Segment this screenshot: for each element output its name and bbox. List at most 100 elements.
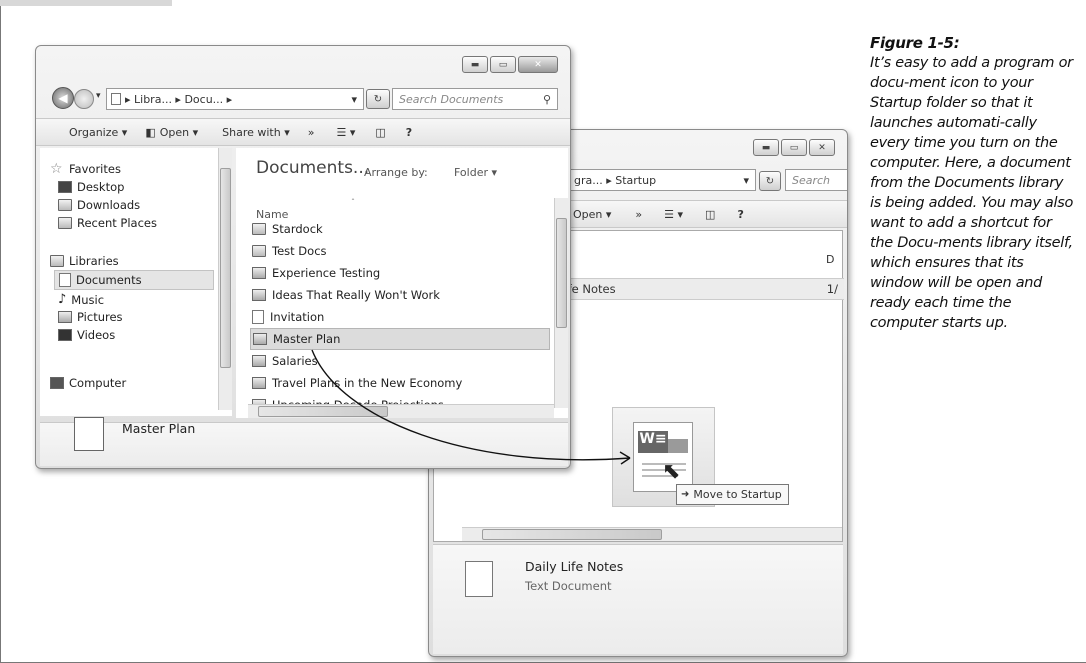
file-name: Invitation — [270, 310, 325, 324]
libraries-icon — [50, 255, 64, 267]
caption-body: It’s easy to add a program or docu-ment … — [870, 55, 1074, 331]
downloads-icon — [58, 199, 72, 211]
refresh-button[interactable]: ↻ — [759, 171, 781, 191]
minimize-button[interactable]: ▬ — [753, 139, 779, 156]
file-row-travel-plans[interactable]: Travel Plans in the New Economy — [252, 372, 462, 394]
details-file-name: Master Plan — [122, 421, 196, 436]
file-name: Master Plan — [273, 332, 341, 346]
nav-label: Downloads — [77, 198, 141, 212]
sort-indicator-icon: ˆ — [351, 198, 355, 207]
file-row-test-docs[interactable]: Test Docs — [252, 240, 327, 262]
documents-caption-buttons: ▬ ▭ ✕ — [462, 56, 558, 73]
search-placeholder: Search — [792, 173, 831, 187]
nav-computer[interactable]: Computer — [50, 376, 126, 390]
file-row-stardock[interactable]: Stardock — [252, 218, 323, 240]
scroll-thumb[interactable] — [482, 529, 662, 540]
open-button[interactable]: Open ▾ — [160, 126, 198, 139]
search-icon[interactable]: ⚲ — [543, 93, 551, 106]
open-button[interactable]: Open ▾ — [573, 208, 611, 221]
nav-label: Videos — [77, 328, 116, 342]
file-name: Ideas That Really Won't Work — [272, 288, 440, 302]
nav-favorites[interactable]: ☆ Favorites — [50, 162, 121, 176]
recent-places-icon — [58, 217, 72, 229]
file-row-master-plan[interactable]: Master Plan — [250, 328, 550, 350]
videos-icon — [58, 329, 72, 341]
breadcrumb: ▸ Libra... ▸ Docu... ▸ — [125, 92, 233, 106]
word-document-icon — [74, 417, 104, 451]
documents-details-pane: Master Plan — [40, 417, 568, 466]
file-row-experience-testing[interactable]: Experience Testing — [252, 262, 380, 284]
word-document-icon — [252, 355, 266, 367]
documents-library-icon — [59, 273, 71, 287]
desktop-icon — [58, 181, 72, 193]
details-file-type: Text Document — [525, 579, 612, 593]
startup-address-bar[interactable]: gra... ▸ Startup ▾ — [569, 169, 756, 191]
nav-label: Music — [71, 292, 105, 307]
file-name: Stardock — [272, 222, 323, 236]
word-document-icon — [252, 267, 266, 279]
nav-recent-places[interactable]: Recent Places — [58, 216, 157, 230]
forward-button[interactable] — [74, 89, 94, 109]
close-button[interactable]: ✕ — [809, 139, 835, 156]
back-button[interactable]: ◀ — [52, 87, 74, 109]
help-icon[interactable]: ? — [737, 208, 743, 221]
file-row-life-notes[interactable]: Life Notes 1/ — [554, 278, 844, 300]
startup-horizontal-scrollbar[interactable] — [462, 527, 842, 541]
file-row-salaries[interactable]: Salaries — [252, 350, 318, 372]
word-document-icon — [252, 377, 266, 389]
scroll-thumb[interactable] — [556, 218, 567, 328]
refresh-button[interactable]: ↻ — [366, 89, 390, 109]
preview-pane-icon[interactable]: ◫ — [375, 126, 385, 139]
open-icon: ◧ — [145, 125, 156, 139]
chevron-down-icon[interactable]: ▾ — [743, 174, 749, 187]
help-icon[interactable]: ? — [406, 126, 412, 139]
nav-label: Documents — [76, 273, 142, 287]
file-list-scrollbar[interactable] — [554, 198, 568, 408]
views-icon[interactable]: ☰ ▾ — [336, 126, 355, 139]
maximize-button[interactable]: ▭ — [781, 139, 807, 156]
more-button[interactable]: » — [308, 126, 315, 139]
file-name: Salaries — [272, 354, 318, 368]
documents-content: Documents... Arrange by: Folder ▾ Name ˆ… — [236, 148, 568, 418]
page-tab-strip — [0, 0, 172, 6]
maximize-button[interactable]: ▭ — [490, 56, 516, 73]
history-dropdown-icon[interactable]: ▾ — [96, 91, 101, 101]
details-file-name: Daily Life Notes — [525, 559, 624, 574]
computer-icon — [50, 377, 64, 389]
scroll-thumb[interactable] — [258, 406, 388, 417]
chevron-down-icon[interactable]: ▾ — [351, 93, 357, 106]
library-title: Documents... — [256, 158, 370, 178]
folder-icon — [252, 223, 266, 235]
documents-search-input[interactable]: Search Documents ⚲ — [392, 88, 558, 110]
file-row-invitation[interactable]: Invitation — [252, 306, 324, 328]
nav-scrollbar[interactable] — [218, 148, 232, 410]
nav-desktop[interactable]: Desktop — [58, 180, 124, 194]
breadcrumb: gra... ▸ Startup — [574, 173, 657, 187]
views-icon[interactable]: ☰ ▾ — [664, 208, 683, 221]
file-row-ideas[interactable]: Ideas That Really Won't Work — [252, 284, 440, 306]
startup-search-input[interactable]: Search — [785, 169, 847, 191]
nav-videos[interactable]: Videos — [58, 328, 115, 342]
scroll-thumb[interactable] — [220, 168, 231, 368]
close-button[interactable]: ✕ — [518, 56, 558, 73]
minimize-button[interactable]: ▬ — [462, 56, 488, 73]
startup-details-pane: Daily Life Notes Text Document — [433, 544, 843, 654]
star-icon: ☆ — [50, 161, 63, 177]
arrange-by-dropdown[interactable]: Folder ▾ — [454, 166, 497, 179]
nav-music[interactable]: ♪ Music — [58, 292, 104, 307]
move-arrow-icon: ➜ — [681, 489, 690, 500]
more-button[interactable]: » — [635, 208, 642, 221]
nav-libraries[interactable]: Libraries — [50, 254, 119, 268]
organize-button[interactable]: Organize ▾ — [69, 126, 127, 139]
text-document-icon — [465, 561, 493, 597]
search-placeholder: Search Documents — [399, 92, 504, 106]
nav-downloads[interactable]: Downloads — [58, 198, 140, 212]
nav-documents[interactable]: Documents — [54, 270, 214, 290]
word-document-icon — [252, 289, 266, 301]
share-with-button[interactable]: Share with ▾ — [222, 126, 290, 139]
file-list-horizontal-scrollbar[interactable] — [248, 404, 554, 418]
folder-icon — [252, 245, 266, 257]
preview-pane-icon[interactable]: ◫ — [705, 208, 715, 221]
nav-pictures[interactable]: Pictures — [58, 310, 123, 324]
documents-address-bar[interactable]: ▸ Libra... ▸ Docu... ▸ ▾ — [106, 88, 364, 110]
